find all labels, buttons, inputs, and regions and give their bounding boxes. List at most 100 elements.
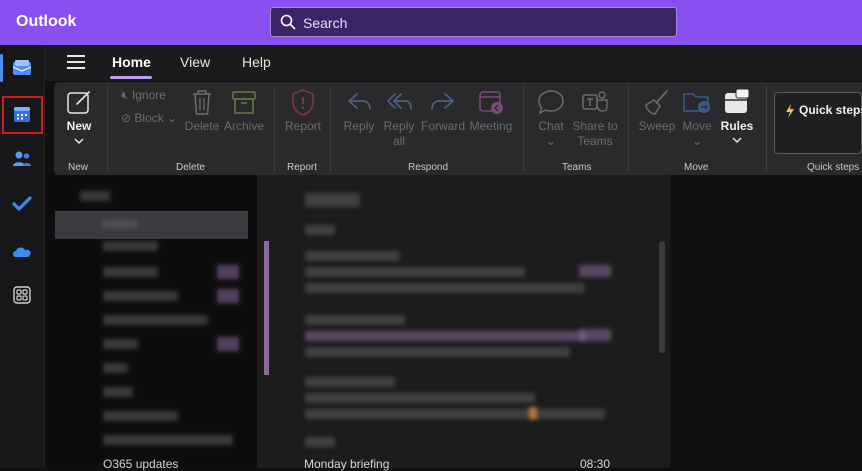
- reply-icon: [348, 93, 371, 110]
- ribbon-separator: [523, 86, 524, 172]
- message-sender[interactable]: [305, 251, 400, 261]
- archive-button[interactable]: Archive: [223, 88, 265, 134]
- folder-item[interactable]: [102, 219, 137, 229]
- scrollbar[interactable]: [659, 241, 665, 353]
- message-subject[interactable]: [305, 267, 525, 277]
- ignore-icon: 🔇︎: [121, 88, 129, 102]
- folder-pane: O365 updates: [45, 175, 257, 471]
- folder-label[interactable]: O365 updates: [103, 457, 178, 471]
- block-label: Block: [134, 111, 164, 125]
- reading-pane: [670, 175, 862, 468]
- people-button[interactable]: [5, 142, 39, 176]
- unread-count-badge: [217, 289, 239, 303]
- sweep-button[interactable]: Sweep: [637, 88, 677, 134]
- meeting-button[interactable]: Meeting: [467, 88, 515, 134]
- message-time: 08:30: [580, 457, 611, 471]
- selected-folder-row[interactable]: [55, 211, 248, 239]
- tab-view[interactable]: View: [180, 54, 210, 70]
- folder-item[interactable]: [103, 241, 158, 251]
- search-icon: [280, 14, 296, 30]
- rules-button[interactable]: Rules: [718, 88, 756, 147]
- message-sender[interactable]: [305, 377, 395, 387]
- todo-button[interactable]: [5, 187, 39, 221]
- move-label: Move: [682, 119, 712, 133]
- group-report-label: Report: [287, 162, 318, 173]
- reply-button[interactable]: Reply: [341, 88, 377, 134]
- list-header: [305, 193, 360, 207]
- group-move-label: Move: [684, 162, 709, 173]
- ribbon-separator: [274, 86, 275, 172]
- block-button[interactable]: ⊘ Block ⌄: [121, 111, 177, 125]
- tab-home[interactable]: Home: [112, 54, 151, 70]
- folder-item[interactable]: [80, 191, 110, 201]
- chat-button[interactable]: Chat ⌄: [533, 88, 569, 149]
- unread-indicator: [264, 241, 269, 375]
- reply-all-icon: [387, 93, 412, 110]
- app-title[interactable]: Outlook: [16, 13, 76, 31]
- message-list: Monday briefing 08:30: [257, 175, 670, 471]
- folder-item[interactable]: [103, 339, 138, 349]
- more-apps-button[interactable]: [5, 278, 39, 312]
- rules-label: Rules: [720, 119, 754, 133]
- message-subject[interactable]: Monday briefing: [304, 457, 389, 471]
- hamburger-menu-icon[interactable]: [67, 55, 85, 69]
- archive-label: Archive: [223, 119, 264, 133]
- new-label: New: [66, 119, 92, 133]
- broom-icon: [645, 90, 668, 115]
- archive-icon: [232, 91, 256, 114]
- message-sender[interactable]: [305, 437, 335, 447]
- reply-all-button[interactable]: Reply all: [381, 88, 417, 149]
- app-rail: [0, 45, 45, 468]
- ribbon: New New 🔇︎ Ignore ⊘ Block ⌄ Delete Archi…: [54, 82, 862, 175]
- flag-icon[interactable]: [529, 407, 537, 419]
- menu-bar: Home View Help: [45, 45, 862, 81]
- forward-button[interactable]: Forward: [420, 88, 466, 134]
- folder-item[interactable]: [103, 435, 233, 445]
- reply-label: Reply: [343, 119, 375, 133]
- filter-group-header: [305, 225, 335, 235]
- search-placeholder[interactable]: Search: [303, 15, 347, 31]
- new-mail-button[interactable]: New: [59, 88, 99, 148]
- delete-button[interactable]: Delete: [183, 88, 221, 134]
- block-icon: ⊘: [121, 111, 132, 125]
- ignore-button[interactable]: 🔇︎ Ignore: [121, 88, 166, 103]
- tab-help[interactable]: Help: [242, 54, 271, 70]
- message-subject[interactable]: [305, 393, 535, 403]
- message-subject[interactable]: [305, 331, 585, 341]
- unread-count-badge: [217, 265, 239, 279]
- onedrive-button[interactable]: [5, 234, 39, 268]
- onedrive-icon: [13, 247, 31, 257]
- compose-icon: [67, 91, 90, 114]
- folder-item[interactable]: [103, 315, 208, 325]
- group-new-label: New: [68, 162, 89, 173]
- apps-icon: [13, 286, 31, 304]
- quick-steps-box[interactable]: Quick steps: [774, 92, 862, 154]
- shield-warning-icon: [292, 89, 314, 116]
- folder-item[interactable]: [103, 387, 133, 397]
- folder-move-icon: [683, 93, 710, 113]
- group-respond-label: Respond: [408, 162, 449, 173]
- chevron-down-icon: [74, 138, 84, 145]
- sweep-label: Sweep: [638, 119, 676, 133]
- message-sender[interactable]: [305, 315, 405, 325]
- group-quick-steps-label: Quick steps: [807, 162, 860, 173]
- folder-item[interactable]: [103, 291, 178, 301]
- message-preview: [305, 283, 585, 293]
- folder-item[interactable]: [103, 267, 158, 277]
- share-label-1: Share to: [572, 119, 618, 133]
- title-bar: Outlook Search: [0, 0, 862, 45]
- ribbon-separator: [766, 86, 767, 172]
- trash-icon: [193, 90, 211, 115]
- chevron-down-icon: [732, 137, 742, 144]
- search-box[interactable]: Search: [270, 7, 677, 37]
- folder-item[interactable]: [103, 363, 128, 373]
- share-to-teams-button[interactable]: Share to Teams: [571, 88, 619, 149]
- move-button[interactable]: Move ⌄: [678, 88, 716, 149]
- report-label: Report: [284, 119, 322, 133]
- people-icon: [13, 151, 31, 166]
- ignore-label: Ignore: [131, 88, 166, 102]
- folder-item[interactable]: [103, 411, 178, 421]
- mail-button[interactable]: [5, 51, 39, 85]
- report-button[interactable]: Report: [282, 88, 324, 134]
- reply-all-label-1: Reply: [383, 119, 415, 133]
